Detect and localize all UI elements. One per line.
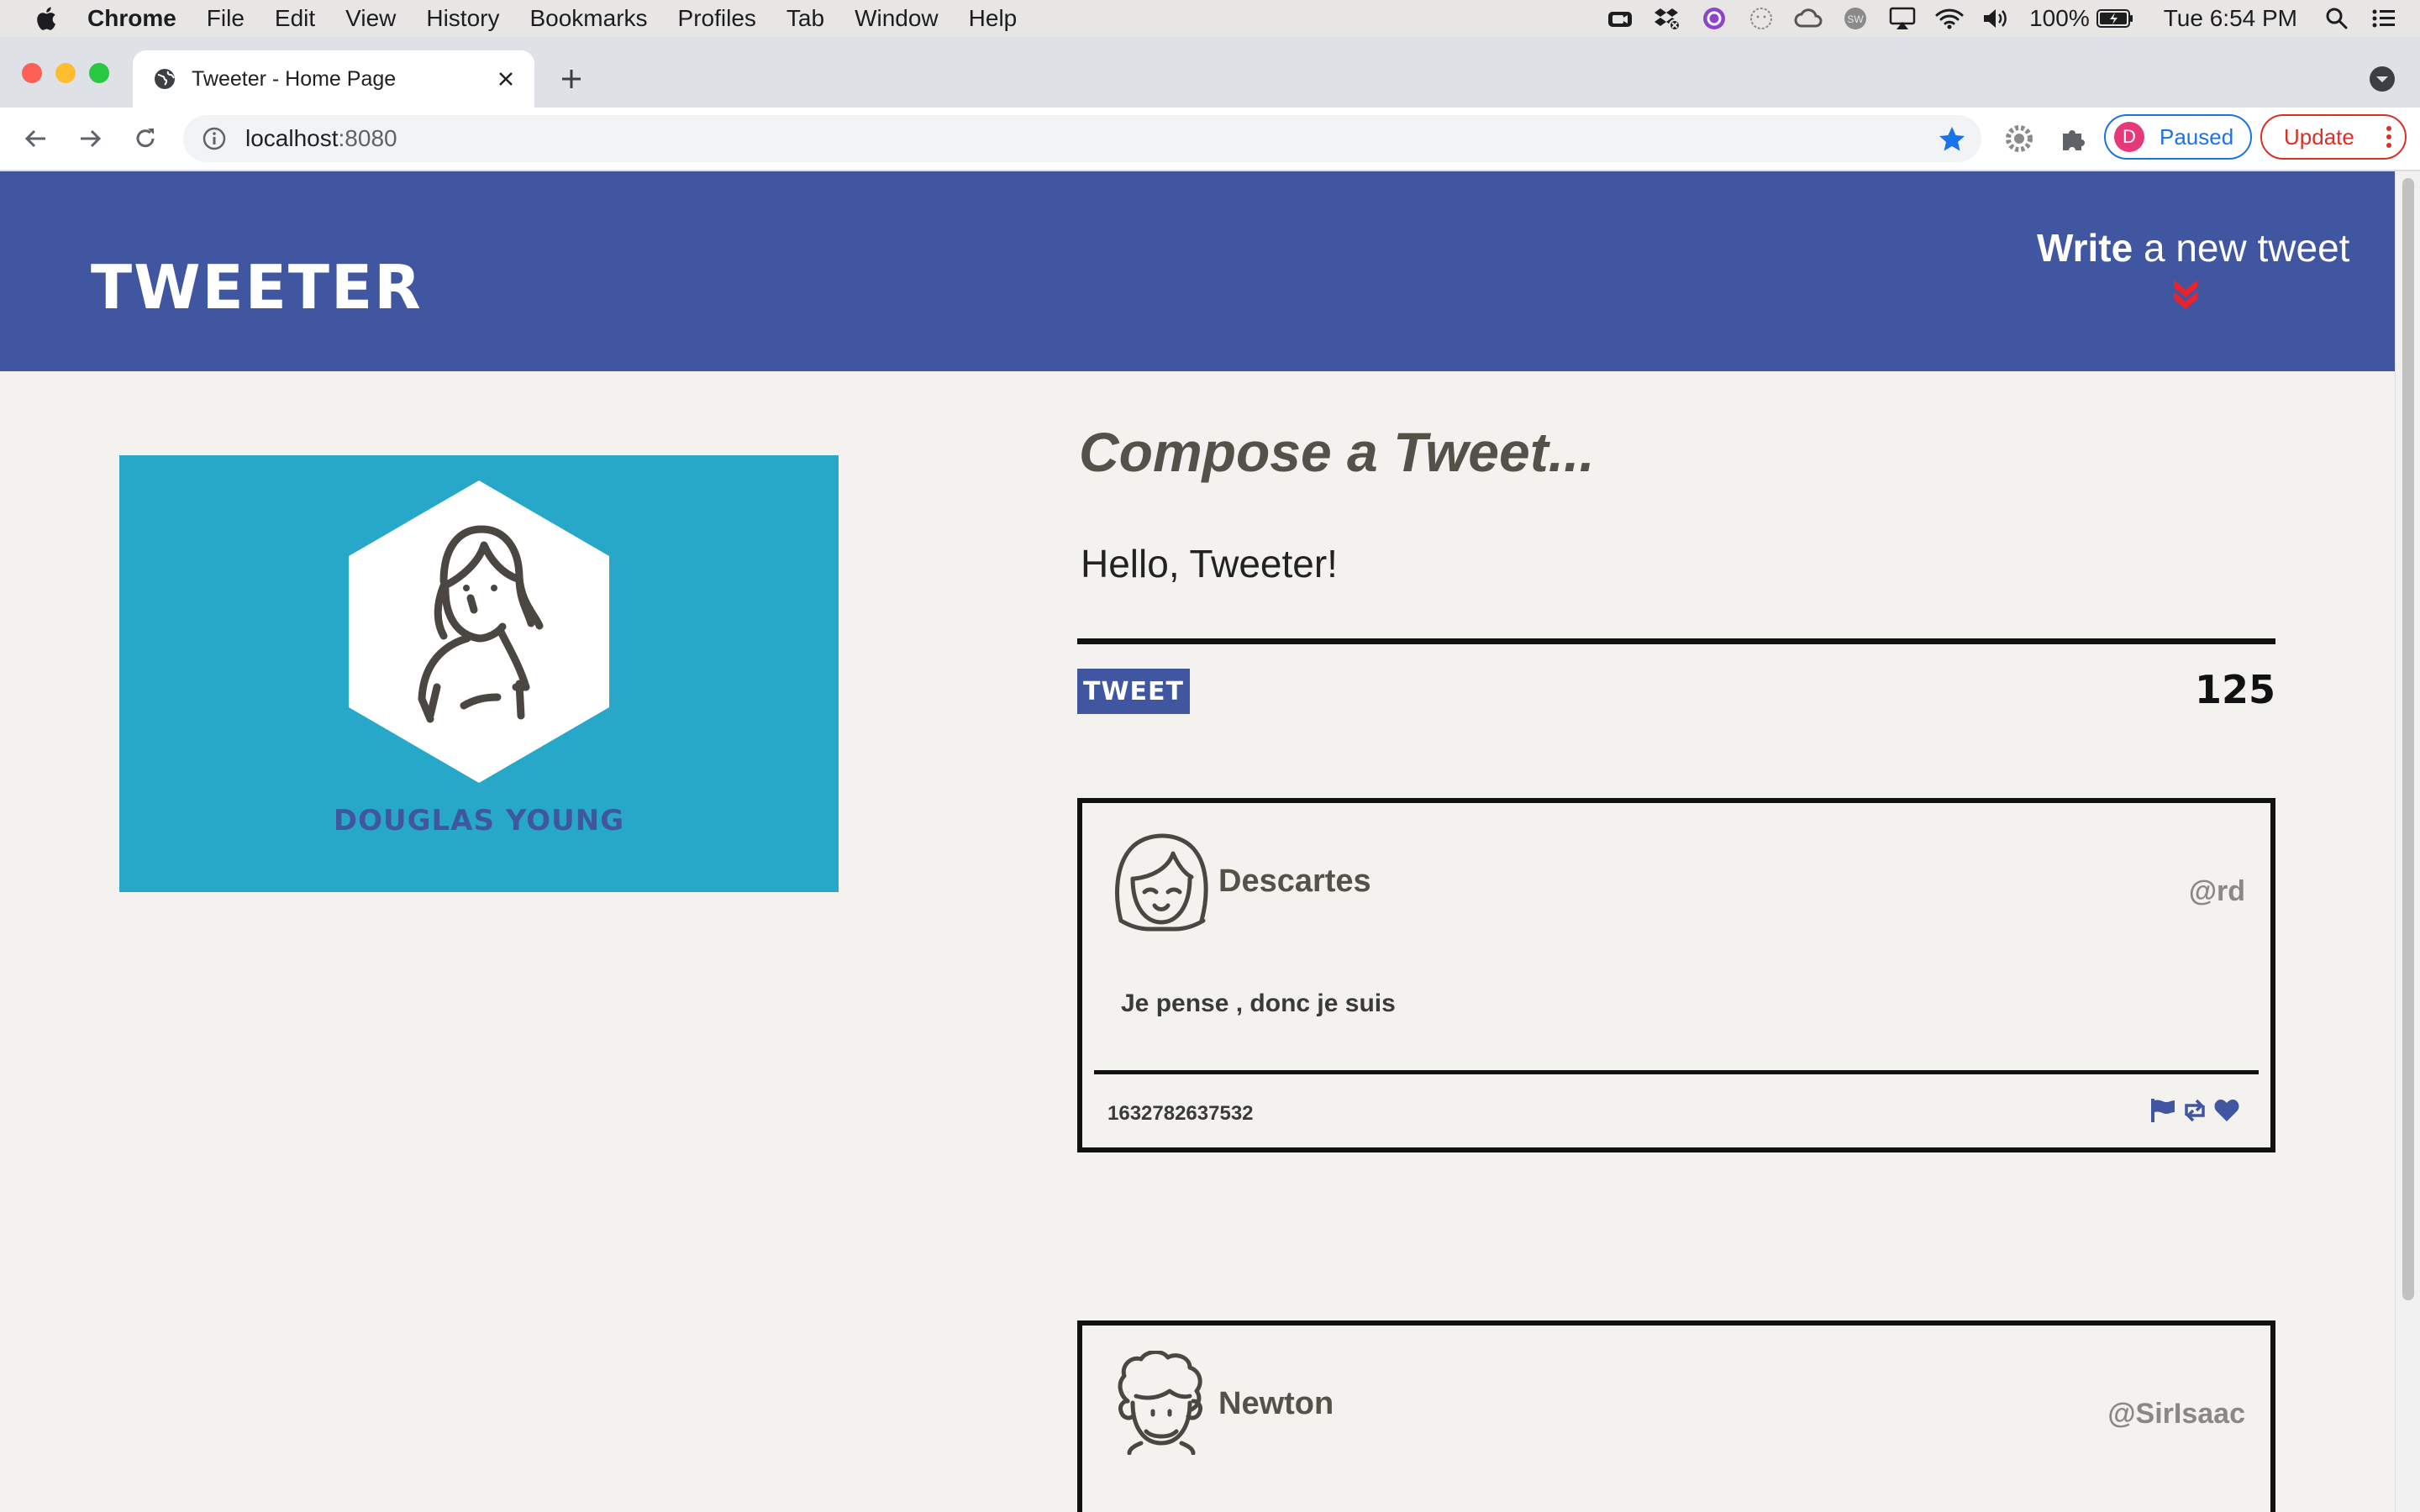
address-bar[interactable]: localhost:8080 <box>183 115 1981 162</box>
menu-tab[interactable]: Tab <box>786 5 824 32</box>
profile-paused-button[interactable]: D Paused <box>2104 114 2252 160</box>
menubar-clock[interactable]: Tue 6:54 PM <box>2164 5 2297 32</box>
wifi-icon[interactable] <box>1935 7 1964 30</box>
compose-underline <box>1077 638 2275 644</box>
menubar-status-area: SW 100% Tue 6:54 PM <box>1606 0 2420 37</box>
tweet-author-handle: @rd <box>2188 875 2245 907</box>
page-viewport: TWEETER Write a new tweet DOUGLAS YOUNG … <box>0 171 2395 1512</box>
battery-icon[interactable] <box>2096 7 2133 30</box>
menu-file[interactable]: File <box>207 5 245 32</box>
tab-search-chevron-icon[interactable] <box>2368 65 2396 93</box>
update-chrome-button[interactable]: Update <box>2260 114 2407 160</box>
page-scrollbar[interactable] <box>2395 171 2420 1512</box>
profile-avatar: D <box>2114 122 2144 152</box>
globe-icon <box>155 69 175 89</box>
double-chevron-down-icon[interactable] <box>2171 277 2200 309</box>
site-header: TWEETER Write a new tweet <box>0 171 2395 371</box>
tweet-actions <box>2149 1097 2240 1124</box>
menu-app-chrome[interactable]: Chrome <box>87 5 176 32</box>
forward-arrow-icon[interactable] <box>72 121 108 156</box>
url-host: localhost <box>245 125 339 151</box>
window-minimize-button[interactable] <box>55 63 76 83</box>
tweet-content: Je pense , donc je suis <box>1121 990 1396 1017</box>
heart-icon[interactable] <box>2213 1097 2240 1124</box>
browser-tab-strip: Tweeter - Home Page <box>0 37 2420 108</box>
video-camera-icon[interactable] <box>1606 7 1634 30</box>
curly-hair-avatar-icon <box>1118 1351 1202 1455</box>
sw-app-icon[interactable]: SW <box>1841 7 1870 30</box>
write-new-tweet-link[interactable]: Write a new tweet <box>2037 225 2349 270</box>
tweet-divider <box>1094 1070 2259 1074</box>
browser-tab-active[interactable]: Tweeter - Home Page <box>133 50 534 108</box>
battery-percent: 100% <box>2029 5 2090 31</box>
menu-bookmarks[interactable]: Bookmarks <box>529 5 647 32</box>
tweet-author-name: Descartes <box>1218 864 1371 899</box>
tweet-article: Descartes @rd Je pense , donc je suis 16… <box>1077 798 2275 1152</box>
brand-logo[interactable]: TWEETER <box>91 252 423 323</box>
tweet-article: Newton @SirIsaac <box>1077 1320 2275 1512</box>
menu-help[interactable]: Help <box>969 5 1018 32</box>
site-info-icon[interactable] <box>202 126 227 151</box>
profile-name: DOUGLAS YOUNG <box>333 804 625 837</box>
control-center-icon[interactable] <box>2370 7 2398 30</box>
url-port: :8080 <box>338 125 397 151</box>
face-id-icon[interactable] <box>1747 7 1776 30</box>
url-text[interactable]: localhost:8080 <box>245 125 397 152</box>
retweet-icon[interactable] <box>2181 1097 2208 1124</box>
tab-title: Tweeter - Home Page <box>192 66 397 91</box>
window-zoom-button[interactable] <box>89 63 109 83</box>
volume-icon[interactable] <box>1982 7 2011 30</box>
tab-close-icon[interactable] <box>489 62 523 96</box>
tweet-author-name: Newton <box>1218 1386 1334 1421</box>
write-bold-label: Write <box>2037 226 2133 270</box>
sync-app-icon[interactable] <box>1700 7 1728 30</box>
menu-profiles[interactable]: Profiles <box>678 5 756 32</box>
compose-textarea[interactable]: Hello, Tweeter! <box>1081 541 1338 586</box>
apple-logo-icon[interactable] <box>34 5 57 32</box>
tweet-timestamp: 1632782637532 <box>1107 1102 1254 1125</box>
update-label: Update <box>2284 123 2354 150</box>
extensions-puzzle-icon[interactable] <box>2057 123 2089 155</box>
menu-view[interactable]: View <box>345 5 396 32</box>
macos-menubar: Chrome File Edit View History Bookmarks … <box>0 0 2420 37</box>
browser-toolbar: localhost:8080 D Paused Update <box>0 108 2420 171</box>
kebab-menu-icon[interactable] <box>2385 124 2393 150</box>
user-profile-card: DOUGLAS YOUNG <box>119 455 839 892</box>
svg-text:SW: SW <box>1847 13 1864 25</box>
tweet-author-handle: @SirIsaac <box>2107 1398 2245 1430</box>
dropbox-icon[interactable] <box>1653 7 1681 30</box>
character-counter: 125 <box>2194 667 2275 712</box>
write-rest-label: a new tweet <box>2133 226 2350 270</box>
new-tab-plus-icon[interactable] <box>555 62 588 96</box>
girl-avatar-icon <box>1115 833 1208 932</box>
user-avatar-icon <box>349 480 609 783</box>
back-arrow-icon[interactable] <box>18 121 54 156</box>
profile-status-label: Paused <box>2160 123 2234 150</box>
spotlight-search-icon[interactable] <box>2323 7 2351 30</box>
menu-history[interactable]: History <box>426 5 499 32</box>
flag-icon[interactable] <box>2149 1097 2176 1124</box>
menu-edit[interactable]: Edit <box>275 5 315 32</box>
extension-gear-icon[interactable] <box>2003 123 2035 155</box>
window-close-button[interactable] <box>22 63 42 83</box>
scrollbar-thumb[interactable] <box>2402 178 2414 1300</box>
airplay-icon[interactable] <box>1888 7 1917 30</box>
reload-icon[interactable] <box>128 121 163 156</box>
menu-window[interactable]: Window <box>855 5 939 32</box>
tweet-submit-button[interactable]: TWEET <box>1077 669 1190 714</box>
creative-cloud-icon[interactable] <box>1794 7 1823 30</box>
bookmark-star-icon[interactable] <box>1938 125 1966 154</box>
compose-heading: Compose a Tweet... <box>1079 421 1595 483</box>
